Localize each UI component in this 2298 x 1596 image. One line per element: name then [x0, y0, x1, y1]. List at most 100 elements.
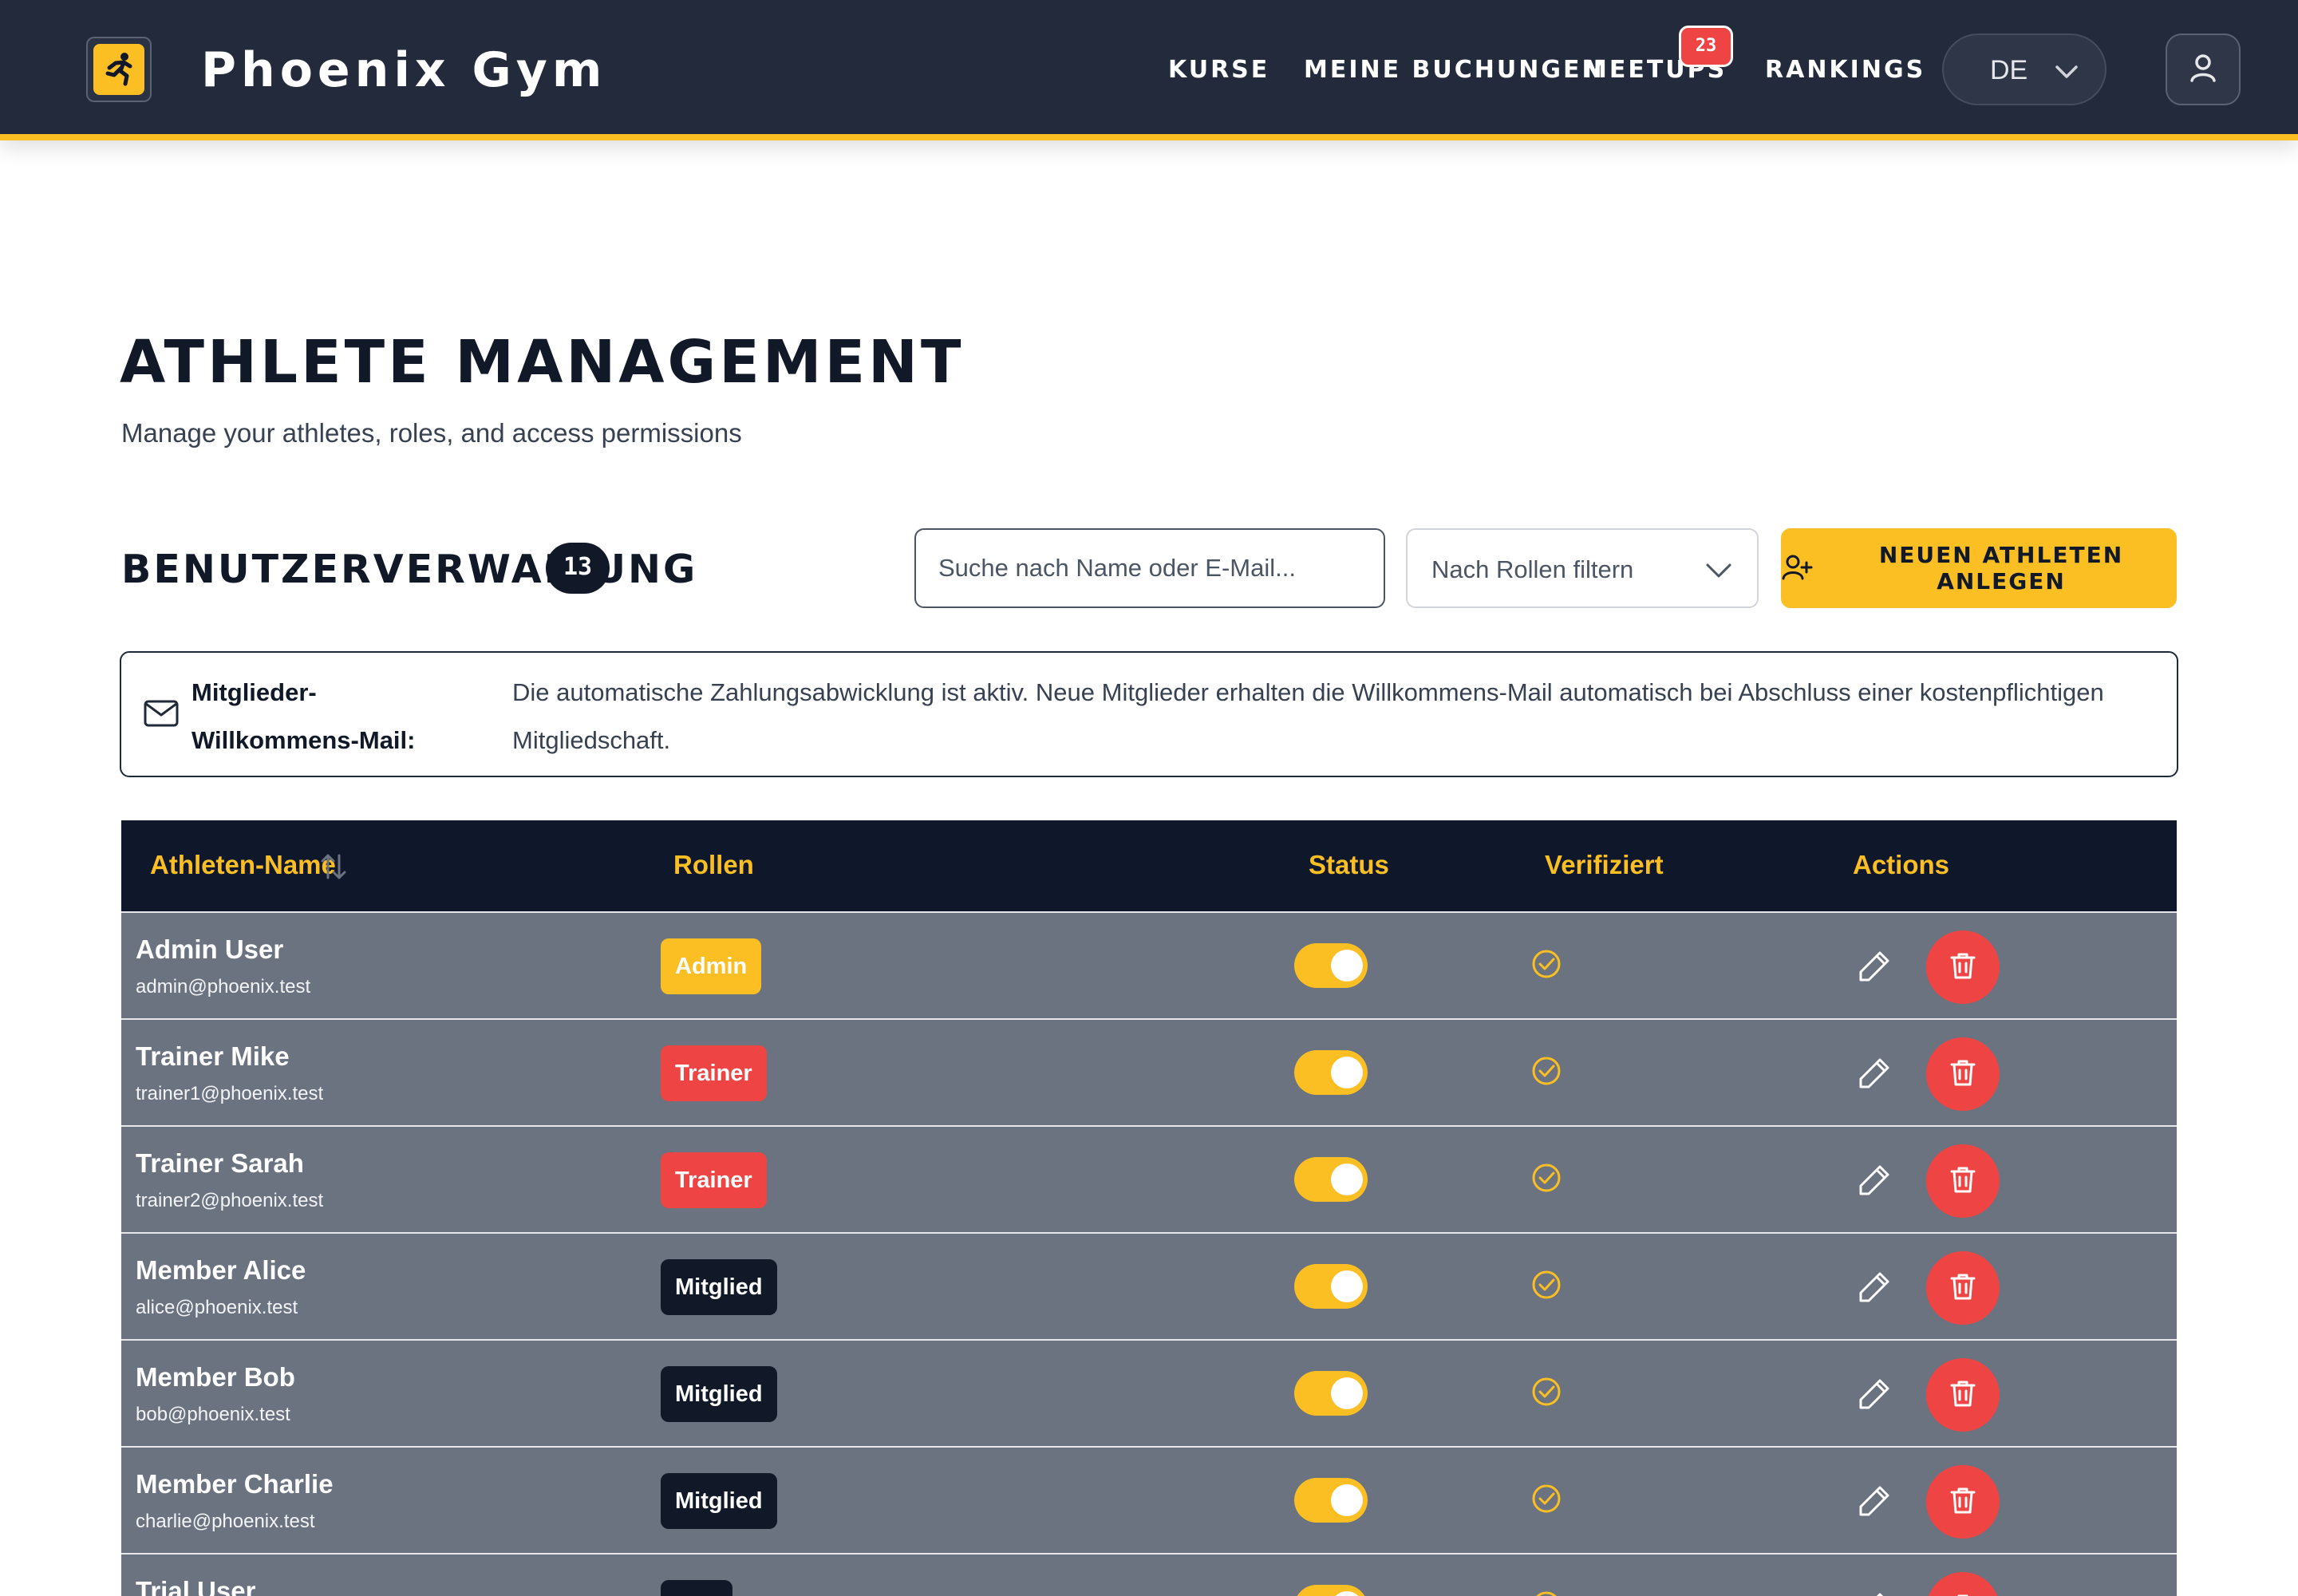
language-value: DE — [1990, 55, 2028, 85]
meetups-count-badge: 23 — [1679, 26, 1733, 67]
athlete-name: Admin User — [136, 934, 284, 964]
role-filter-select[interactable]: Nach Rollen filtern — [1406, 528, 1759, 608]
athlete-email: trainer1@phoenix.test — [136, 1083, 324, 1104]
table-row: Member Charlie charlie@phoenix.test Mitg… — [121, 1446, 2177, 1553]
trash-icon — [1947, 1377, 1979, 1413]
status-toggle[interactable] — [1294, 1371, 1368, 1416]
page-subtitle: Manage your athletes, roles, and access … — [121, 418, 742, 448]
athlete-name: Member Bob — [136, 1362, 295, 1392]
trash-icon — [1947, 1163, 1979, 1199]
trash-icon — [1947, 1484, 1979, 1520]
table-header: Athleten-Name Rollen Status Verifiziert … — [121, 820, 2177, 911]
table-row: Admin User admin@phoenix.test Admin — [121, 911, 2177, 1018]
athlete-name: Trial User — [136, 1576, 256, 1596]
add-athlete-button[interactable]: NEUEN ATHLETEN ANLEGEN — [1781, 528, 2177, 608]
athlete-name: Trainer Mike — [136, 1041, 290, 1071]
edit-icon[interactable] — [1856, 948, 1893, 989]
nav-link-meine-buchungen[interactable]: MEINE BUCHUNGEN — [1304, 54, 1605, 86]
delete-button[interactable] — [1926, 930, 2000, 1004]
athlete-name: Trainer Sarah — [136, 1148, 304, 1178]
delete-button[interactable] — [1926, 1037, 2000, 1111]
athlete-name: Member Charlie — [136, 1469, 334, 1499]
brand-name[interactable]: Phoenix Gym — [201, 40, 606, 101]
status-toggle[interactable] — [1294, 1478, 1368, 1523]
user-plus-icon — [1781, 551, 1813, 586]
page-title: ATHLETE MANAGEMENT — [120, 328, 965, 397]
toggle-knob — [1331, 1591, 1363, 1596]
edit-icon[interactable] — [1856, 1376, 1893, 1416]
user-count-badge: 13 — [546, 543, 610, 594]
role-badge: Trainer — [661, 1152, 767, 1208]
runner-icon — [93, 44, 144, 95]
edit-icon[interactable] — [1856, 1162, 1893, 1203]
chevron-down-icon — [2052, 57, 2081, 90]
nav-link-kurse[interactable]: KURSE — [1168, 54, 1269, 86]
role-badge: Mitglied — [661, 1259, 777, 1315]
toggle-knob — [1331, 1057, 1363, 1088]
info-label: Mitglieder-Willkommens-Mail: — [192, 678, 416, 754]
column-header-actions: Actions — [1853, 850, 1950, 879]
column-header-name[interactable]: Athleten-Name — [150, 847, 336, 883]
verified-check-icon — [1529, 1267, 1564, 1306]
user-icon — [2185, 50, 2221, 89]
verified-check-icon — [1529, 1160, 1564, 1199]
delete-button[interactable] — [1926, 1144, 2000, 1218]
column-header-verified: Verifiziert — [1545, 850, 1664, 879]
sort-icon[interactable] — [319, 852, 348, 885]
toggle-knob — [1331, 1484, 1363, 1516]
verified-check-icon — [1529, 1374, 1564, 1413]
table-row: Member Alice alice@phoenix.test Mitglied — [121, 1232, 2177, 1339]
column-header-roles: Rollen — [673, 850, 754, 879]
status-toggle[interactable] — [1294, 1050, 1368, 1095]
add-athlete-label: NEUEN ATHLETEN ANLEGEN — [1878, 542, 2124, 595]
athlete-email: charlie@phoenix.test — [136, 1511, 315, 1532]
search-input[interactable] — [914, 528, 1385, 608]
nav-link-rankings[interactable]: RANKINGS — [1765, 54, 1925, 86]
athlete-email: trainer2@phoenix.test — [136, 1190, 324, 1211]
athletes-table: Athleten-Name Rollen Status Verifiziert … — [121, 820, 2177, 1596]
role-badge — [661, 1580, 732, 1596]
user-menu-button[interactable] — [2166, 34, 2241, 105]
column-header-status: Status — [1309, 850, 1389, 879]
toggle-knob — [1331, 1163, 1363, 1195]
top-navbar: Phoenix Gym KURSE MEINE BUCHUNGEN MEETUP… — [0, 0, 2298, 140]
delete-button[interactable] — [1926, 1572, 2000, 1596]
role-badge: Admin — [661, 938, 762, 994]
table-row: Trial User — [121, 1553, 2177, 1596]
table-row: Trainer Sarah trainer2@phoenix.test Trai… — [121, 1125, 2177, 1232]
delete-button[interactable] — [1926, 1358, 2000, 1432]
mail-icon — [142, 697, 180, 733]
status-toggle[interactable] — [1294, 1157, 1368, 1202]
chevron-down-icon — [1704, 559, 1733, 587]
info-text: Die automatische Zahlungsabwicklung ist … — [512, 678, 2104, 754]
toggle-knob — [1331, 1377, 1363, 1409]
athlete-email: admin@phoenix.test — [136, 976, 311, 998]
trash-icon — [1947, 1270, 1979, 1306]
trash-icon — [1947, 1591, 1979, 1596]
edit-icon[interactable] — [1856, 1055, 1893, 1096]
edit-icon[interactable] — [1856, 1590, 1893, 1596]
delete-button[interactable] — [1926, 1251, 2000, 1325]
section-title: BENUTZERVERWALTUNG — [121, 547, 698, 592]
role-filter-placeholder: Nach Rollen filtern — [1431, 555, 1634, 583]
toggle-knob — [1331, 950, 1363, 982]
role-badge: Trainer — [661, 1045, 767, 1101]
verified-check-icon — [1529, 1481, 1564, 1520]
edit-icon[interactable] — [1856, 1483, 1893, 1523]
toggle-knob — [1331, 1270, 1363, 1302]
language-select[interactable]: DE — [1942, 34, 2106, 105]
edit-icon[interactable] — [1856, 1269, 1893, 1310]
table-row: Trainer Mike trainer1@phoenix.test Train… — [121, 1018, 2177, 1125]
verified-check-icon — [1529, 1053, 1564, 1092]
welcome-mail-info-box: Mitglieder-Willkommens-Mail: Die automat… — [120, 651, 2178, 777]
delete-button[interactable] — [1926, 1465, 2000, 1539]
status-toggle[interactable] — [1294, 943, 1368, 988]
trash-icon — [1947, 1057, 1979, 1092]
verified-check-icon — [1529, 1588, 1564, 1596]
athlete-name: Member Alice — [136, 1255, 306, 1285]
status-toggle[interactable] — [1294, 1264, 1368, 1309]
logo[interactable] — [86, 37, 152, 102]
status-toggle[interactable] — [1294, 1585, 1368, 1596]
verified-check-icon — [1529, 946, 1564, 986]
athlete-email: bob@phoenix.test — [136, 1404, 290, 1425]
